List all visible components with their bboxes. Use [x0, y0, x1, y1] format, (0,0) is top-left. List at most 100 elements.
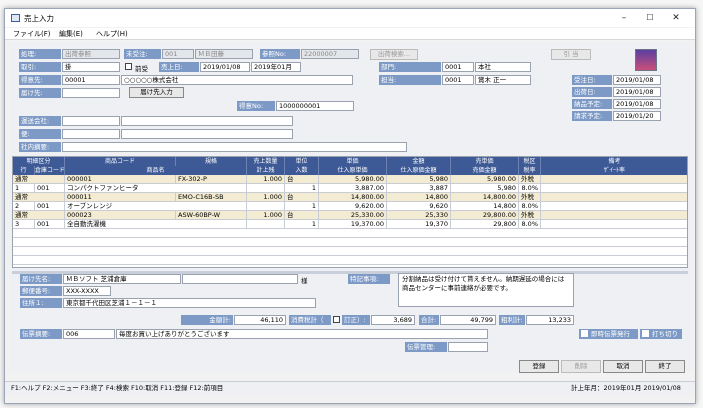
grid-cell[interactable]: EMO-C16B-SB	[176, 193, 247, 202]
grid-cell[interactable]: 1	[285, 220, 319, 229]
shipment-search-button[interactable]: 出荷検索...	[370, 49, 418, 60]
note-textarea[interactable]: 分割納品は受け付けて貰えません。納期遅延の場合には商品センターに事前連絡が必要で…	[398, 273, 574, 307]
h2-col-1[interactable]: 倉庫コード	[35, 166, 65, 175]
uchikiri-checkbox[interactable]	[642, 330, 649, 337]
h2-col-0[interactable]: 行	[13, 166, 35, 175]
grid-cell[interactable]: 3	[13, 220, 35, 229]
tanto-name-field[interactable]: 賞木 正一	[475, 75, 531, 85]
maximize-button[interactable]: ☐	[639, 11, 661, 25]
grid-cell[interactable]	[541, 193, 687, 202]
grid-cell[interactable]: コンパクトファンヒータ	[65, 184, 247, 193]
exit-button[interactable]: 終了	[645, 360, 685, 373]
grid-cell[interactable]: 001	[35, 220, 65, 229]
grid-cell[interactable]: 5,980	[451, 184, 519, 193]
grid-cell[interactable]: 外税	[519, 193, 541, 202]
h2-col-5[interactable]: 仕入原単価	[319, 166, 387, 175]
grid-cell[interactable]: 外税	[519, 211, 541, 220]
grid-cell[interactable]: 通常	[13, 211, 65, 220]
grid-cell[interactable]: オーブンレンジ	[65, 202, 247, 211]
grid-cell[interactable]: 外税	[519, 175, 541, 184]
grid-cell[interactable]: 1	[285, 202, 319, 211]
menu-help[interactable]: ヘルプ(H)	[96, 29, 128, 39]
zenuke-checkbox[interactable]	[125, 63, 132, 70]
table-row[interactable]: 1 001 コンパクトファンヒータ 1 3,887.00 3,887 5,980 8.0%	[13, 184, 687, 193]
shukka-date-field[interactable]: 2019/01/08	[613, 87, 661, 97]
grid-cell[interactable]: 8.0%	[519, 184, 541, 193]
address-field[interactable]: 東京都千代田区芝浦１－１－１	[63, 298, 316, 308]
grid-cell[interactable]: FX-302-P	[176, 175, 247, 184]
grid-cell[interactable]: 19,370	[387, 220, 451, 229]
sansho-field[interactable]: 22000007	[301, 49, 359, 59]
juchu-date-field[interactable]: 2019/01/08	[613, 75, 661, 85]
table-row[interactable]: 2 001 オーブンレンジ 1 9,620.00 9,620 14,800 8.0%	[13, 202, 687, 211]
zip-field[interactable]: XXX-XXXX	[63, 286, 111, 296]
menu-edit[interactable]: 編集(E)	[59, 29, 83, 39]
grid-cell[interactable]: 14,800	[387, 193, 451, 202]
close-button[interactable]: ✕	[665, 11, 687, 25]
grid-cell[interactable]: 5,980.00	[451, 175, 519, 184]
tokui-code-field[interactable]: 00001	[62, 75, 120, 85]
grid-cell[interactable]: 1.000	[247, 211, 285, 220]
grid-cell[interactable]: 台	[285, 211, 319, 220]
register-button[interactable]: 登録	[519, 360, 559, 373]
grid-cell[interactable]: 台	[285, 175, 319, 184]
empty-row[interactable]	[13, 238, 687, 247]
grid-cell[interactable]: 001	[35, 184, 65, 193]
h1-col-9[interactable]: 備考	[541, 157, 687, 166]
h2-col-3[interactable]: 計上残	[247, 166, 285, 175]
h1-col-7[interactable]: 売単価	[451, 157, 519, 166]
shanai-field[interactable]	[62, 142, 407, 152]
grid-cell[interactable]: 25,330.00	[319, 211, 387, 220]
grid-cell[interactable]: 通常	[13, 175, 65, 184]
denpyo-field[interactable]: 1000000001	[276, 101, 354, 111]
h2-col-6[interactable]: 仕入原価金額	[387, 166, 451, 175]
empty-row[interactable]	[13, 229, 687, 238]
table-row[interactable]: 通常 000001 FX-302-P 1.000 台 5,980.00 5,980 5,980…	[13, 175, 687, 184]
unso-code-field[interactable]	[62, 116, 120, 126]
bin-name-field[interactable]	[121, 129, 293, 139]
grid-cell[interactable]: 1	[285, 184, 319, 193]
bumon-name-field[interactable]: 本社	[475, 62, 531, 72]
hoko-checkbox[interactable]	[581, 330, 588, 337]
h2-col-8[interactable]: 税率	[519, 166, 541, 175]
tekiyo-text-field[interactable]: 毎度お買い上げありがとうございます	[116, 329, 488, 339]
shori-field[interactable]: 出荷参照	[62, 49, 120, 59]
grid-cell[interactable]: 25,330	[387, 211, 451, 220]
grid-cell[interactable]	[247, 184, 285, 193]
h1-col-0[interactable]: 明細区分	[13, 157, 65, 166]
h1-col-3[interactable]: 売上数量	[247, 157, 285, 166]
grid-cell[interactable]: 001	[35, 202, 65, 211]
grid-cell[interactable]: 1.000	[247, 175, 285, 184]
grid-cell[interactable]	[541, 220, 687, 229]
empty-row[interactable]	[13, 247, 687, 256]
unso-name-field[interactable]	[121, 116, 293, 126]
h1-col-4[interactable]: 単位	[285, 157, 319, 166]
delete-button[interactable]: 削除	[561, 360, 601, 373]
grid-cell[interactable]	[541, 211, 687, 220]
juchu-name-field[interactable]: ＭＢ田藤	[195, 49, 253, 59]
grid-cell[interactable]	[541, 175, 687, 184]
seikyu-date-field[interactable]: 2019/01/20	[613, 111, 661, 121]
grid-cell[interactable]: 29,800.00	[451, 211, 519, 220]
grid-cell[interactable]: 5,980	[387, 175, 451, 184]
cancel-button[interactable]: 取消	[603, 360, 643, 373]
grid-cell[interactable]: 000001	[65, 175, 176, 184]
delivery-name2-field[interactable]	[182, 274, 298, 284]
grid-cell[interactable]	[247, 202, 285, 211]
h1-col-6[interactable]: 金額	[387, 157, 451, 166]
table-row[interactable]: 通常 000011 EMO-C16B-SB 1.000 台 14,800.00 14,800…	[13, 193, 687, 202]
grid-cell[interactable]: 1	[13, 184, 35, 193]
grid-cell[interactable]: 14,800.00	[319, 193, 387, 202]
delivery-input-button[interactable]: 届け先入力	[129, 87, 184, 98]
grid-cell[interactable]: 3,887	[387, 184, 451, 193]
torihiki-field[interactable]: 掛	[62, 62, 120, 72]
grid-cell[interactable]: 19,370.00	[319, 220, 387, 229]
grid-cell[interactable]: 9,620	[387, 202, 451, 211]
tanto-code-field[interactable]: 0001	[442, 75, 474, 85]
grid-cell[interactable]: 14,800	[451, 202, 519, 211]
grid-cell[interactable]: 8.0%	[519, 202, 541, 211]
tokui-name-field[interactable]: ○○○○○株式会社	[121, 75, 353, 85]
grid-cell[interactable]: 8.0%	[519, 220, 541, 229]
grid-cell[interactable]: 5,980.00	[319, 175, 387, 184]
uriage-month-field[interactable]: 2019年01月	[251, 62, 301, 72]
